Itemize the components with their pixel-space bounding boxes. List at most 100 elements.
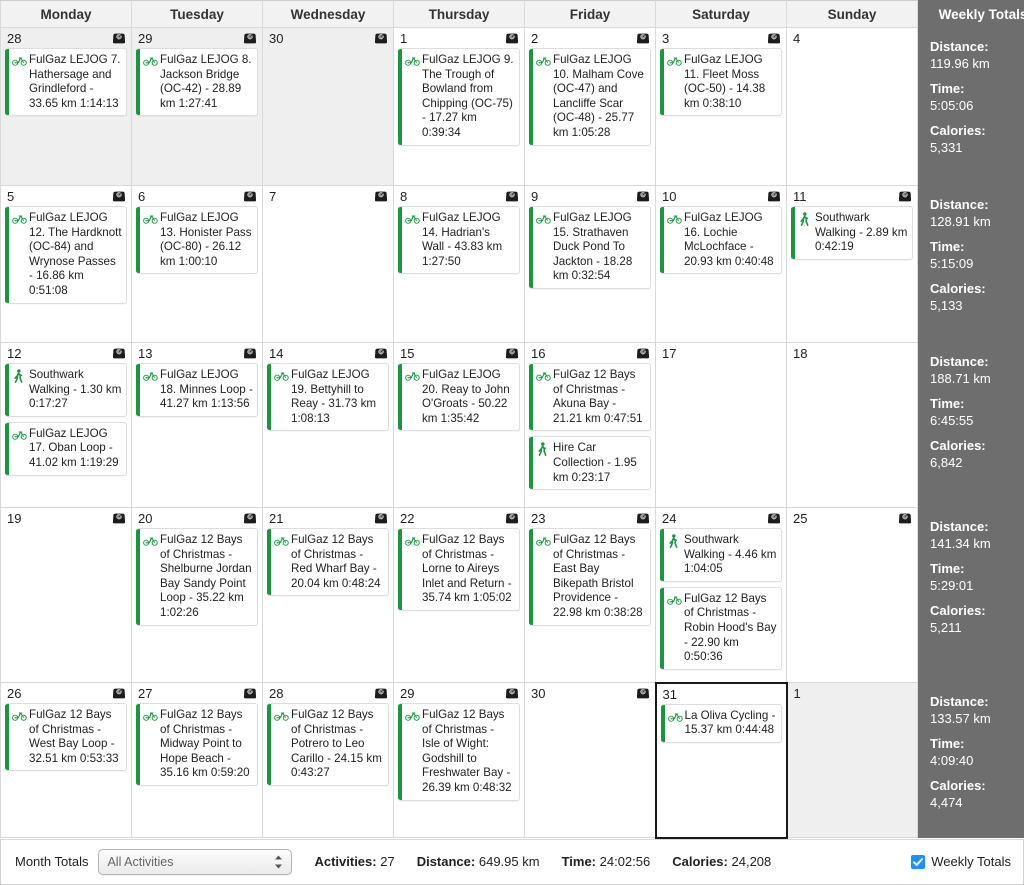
activity-entry[interactable]: FulGaz 12 Bays of Christmas - Midway Poi…	[136, 703, 258, 786]
activity-entry[interactable]: FulGaz LEJOG 9. The Trough of Bowland fr…	[398, 48, 520, 146]
day-cell-28[interactable]: 28 FulGaz 12 Bays of Christmas - Potrero …	[262, 682, 394, 838]
weight-scale-icon[interactable]	[374, 511, 388, 524]
day-cell-29[interactable]: 29 FulGaz LEJOG 8. Jackson Bridge (OC-42)…	[131, 27, 263, 186]
activity-entry[interactable]: Southwark Walking - 4.46 km 1:04:05	[660, 528, 782, 582]
day-cell-23[interactable]: 23 FulGaz 12 Bays of Christmas - East Bay…	[524, 507, 656, 683]
day-cell-17[interactable]: 17	[655, 342, 787, 508]
weight-scale-icon[interactable]	[898, 189, 912, 202]
weight-scale-icon[interactable]	[374, 346, 388, 359]
day-cell-1[interactable]: 1	[786, 682, 918, 838]
day-cell-7[interactable]: 7	[262, 185, 394, 343]
weight-scale-icon[interactable]	[505, 686, 519, 699]
day-cell-30[interactable]: 30	[524, 682, 656, 838]
day-cell-30[interactable]: 30	[262, 27, 394, 186]
day-cell-3[interactable]: 3 FulGaz LEJOG 11. Fleet Moss (OC-50) - 1…	[655, 27, 787, 186]
activity-entry[interactable]: Southwark Walking - 2.89 km 0:42:19	[791, 206, 913, 260]
activity-entry[interactable]: FulGaz 12 Bays of Christmas - Isle of Wi…	[398, 703, 520, 801]
day-cell-1[interactable]: 1 FulGaz LEJOG 9. The Trough of Bowland f…	[393, 27, 525, 186]
weight-scale-icon[interactable]	[243, 686, 257, 699]
weight-scale-icon[interactable]	[374, 686, 388, 699]
weight-scale-icon[interactable]	[636, 346, 650, 359]
activity-entry[interactable]: FulGaz LEJOG 12. The Hardknott (OC-84) a…	[5, 206, 127, 304]
activity-entry[interactable]: FulGaz 12 Bays of Christmas - Akuna Bay …	[529, 363, 651, 432]
day-cell-20[interactable]: 20 FulGaz 12 Bays of Christmas - Shelburn…	[131, 507, 263, 683]
weight-scale-icon[interactable]	[112, 511, 126, 524]
day-cell-14[interactable]: 14 FulGaz LEJOG 19. Bettyhill to Reay - 3…	[262, 342, 394, 508]
activity-filter-select[interactable]: All Activities	[98, 848, 293, 875]
activity-entry[interactable]: FulGaz 12 Bays of Christmas - East Bay B…	[529, 528, 651, 626]
weight-scale-icon[interactable]	[636, 511, 650, 524]
weight-scale-icon[interactable]	[767, 31, 781, 44]
day-cell-header: 22	[394, 508, 524, 527]
activity-entry[interactable]: FulGaz 12 Bays of Christmas - Shelburne …	[136, 528, 258, 626]
weekly-totals-toggle[interactable]: Weekly Totals	[911, 854, 1011, 869]
activity-entry[interactable]: FulGaz 12 Bays of Christmas - Lorne to A…	[398, 528, 520, 611]
activity-entry[interactable]: FulGaz 12 Bays of Christmas - Red Wharf …	[267, 528, 389, 597]
weight-scale-icon[interactable]	[636, 31, 650, 44]
day-cell-26[interactable]: 26 FulGaz 12 Bays of Christmas - West Bay…	[0, 682, 132, 838]
weight-scale-icon[interactable]	[374, 189, 388, 202]
day-cell-19[interactable]: 19	[0, 507, 132, 683]
weight-scale-icon[interactable]	[112, 686, 126, 699]
activity-entry[interactable]: FulGaz LEJOG 18. Minnes Loop - 41.27 km …	[136, 363, 258, 417]
day-cell-25[interactable]: 25	[786, 507, 918, 683]
day-cell-31[interactable]: 31 La Oliva Cycling - 15.37 km 0:44:48	[654, 681, 788, 839]
day-cell-21[interactable]: 21 FulGaz 12 Bays of Christmas - Red Whar…	[262, 507, 394, 683]
activity-entry[interactable]: FulGaz 12 Bays of Christmas - Potrero to…	[267, 703, 389, 786]
activity-entry[interactable]: FulGaz LEJOG 19. Bettyhill to Reay - 31.…	[267, 363, 389, 432]
activity-entry[interactable]: FulGaz LEJOG 14. Hadrian's Wall - 43.83 …	[398, 206, 520, 275]
activity-entry[interactable]: FulGaz 12 Bays of Christmas - West Bay L…	[5, 703, 127, 772]
day-cell-11[interactable]: 11 Southwark Walking - 2.89 km 0:42:19	[786, 185, 918, 343]
day-cell-16[interactable]: 16 FulGaz 12 Bays of Christmas - Akuna Ba…	[524, 342, 656, 508]
weight-scale-icon[interactable]	[505, 189, 519, 202]
weight-scale-icon[interactable]	[636, 189, 650, 202]
weight-scale-icon[interactable]	[767, 189, 781, 202]
activity-entry[interactable]: FulGaz LEJOG 10. Malham Cove (OC-47) and…	[529, 48, 651, 146]
weight-scale-icon[interactable]	[505, 346, 519, 359]
weight-scale-icon[interactable]	[243, 346, 257, 359]
day-cell-6[interactable]: 6 FulGaz LEJOG 13. Honister Pass (OC-80) …	[131, 185, 263, 343]
day-cell-24[interactable]: 24 Southwark Walking - 4.46 km 1:04:05 Ful…	[655, 507, 787, 683]
day-cell-4[interactable]: 4	[786, 27, 918, 186]
weekly-totals-cell: Distance: 133.57 km Time: 4:09:40 Calories: 4…	[917, 682, 1024, 838]
weight-scale-icon[interactable]	[767, 511, 781, 524]
day-cell-10[interactable]: 10 FulGaz LEJOG 16. Lochie McLochface - 2…	[655, 185, 787, 343]
activity-entry[interactable]: Hire Car Collection - 1.95 km 0:23:17	[529, 436, 651, 491]
activity-entry[interactable]: FulGaz LEJOG 8. Jackson Bridge (OC-42) -…	[136, 48, 258, 117]
day-cell-header: 21	[263, 508, 393, 527]
day-cell-5[interactable]: 5 FulGaz LEJOG 12. The Hardknott (OC-84) …	[0, 185, 132, 343]
weekly-totals-checkbox[interactable]	[911, 854, 926, 869]
weight-scale-icon[interactable]	[243, 31, 257, 44]
day-cell-18[interactable]: 18	[786, 342, 918, 508]
activity-entry[interactable]: FulGaz LEJOG 16. Lochie McLochface - 20.…	[660, 206, 782, 275]
weight-scale-icon[interactable]	[636, 686, 650, 699]
activity-entry[interactable]: FulGaz LEJOG 20. Reay to John O'Groats -…	[398, 363, 520, 432]
activity-entry[interactable]: FulGaz LEJOG 15. Strathaven Duck Pond To…	[529, 206, 651, 289]
activity-entry[interactable]: FulGaz LEJOG 7. Hathersage and Grindlefo…	[5, 48, 127, 117]
day-cell-22[interactable]: 22 FulGaz 12 Bays of Christmas - Lorne to…	[393, 507, 525, 683]
weight-scale-icon[interactable]	[112, 189, 126, 202]
weight-scale-icon[interactable]	[243, 189, 257, 202]
activity-entry[interactable]: FulGaz LEJOG 13. Honister Pass (OC-80) -…	[136, 206, 258, 275]
day-cell-9[interactable]: 9 FulGaz LEJOG 15. Strathaven Duck Pond T…	[524, 185, 656, 343]
day-cell-12[interactable]: 12 Southwark Walking - 1.30 km 0:17:27 Ful…	[0, 342, 132, 508]
day-cell-2[interactable]: 2 FulGaz LEJOG 10. Malham Cove (OC-47) an…	[524, 27, 656, 186]
weight-scale-icon[interactable]	[505, 31, 519, 44]
activity-entry[interactable]: FulGaz LEJOG 11. Fleet Moss (OC-50) - 14…	[660, 48, 782, 117]
weight-scale-icon[interactable]	[243, 511, 257, 524]
day-cell-28[interactable]: 28 FulGaz LEJOG 7. Hathersage and Grindle…	[0, 27, 132, 186]
day-cell-27[interactable]: 27 FulGaz 12 Bays of Christmas - Midway P…	[131, 682, 263, 838]
activity-entry[interactable]: FulGaz 12 Bays of Christmas - Robin Hood…	[660, 586, 782, 670]
day-cell-8[interactable]: 8 FulGaz LEJOG 14. Hadrian's Wall - 43.83…	[393, 185, 525, 343]
weight-scale-icon[interactable]	[505, 511, 519, 524]
weight-scale-icon[interactable]	[374, 31, 388, 44]
day-cell-15[interactable]: 15 FulGaz LEJOG 20. Reay to John O'Groats…	[393, 342, 525, 508]
weight-scale-icon[interactable]	[898, 511, 912, 524]
activity-entry[interactable]: Southwark Walking - 1.30 km 0:17:27	[5, 363, 127, 417]
day-cell-13[interactable]: 13 FulGaz LEJOG 18. Minnes Loop - 41.27 k…	[131, 342, 263, 508]
day-cell-29[interactable]: 29 FulGaz 12 Bays of Christmas - Isle of …	[393, 682, 525, 838]
weight-scale-icon[interactable]	[112, 346, 126, 359]
activity-entry[interactable]: FulGaz LEJOG 17. Oban Loop - 41.02 km 1:…	[5, 421, 127, 476]
weight-scale-icon[interactable]	[112, 31, 126, 44]
activity-entry[interactable]: La Oliva Cycling - 15.37 km 0:44:48	[660, 703, 782, 743]
